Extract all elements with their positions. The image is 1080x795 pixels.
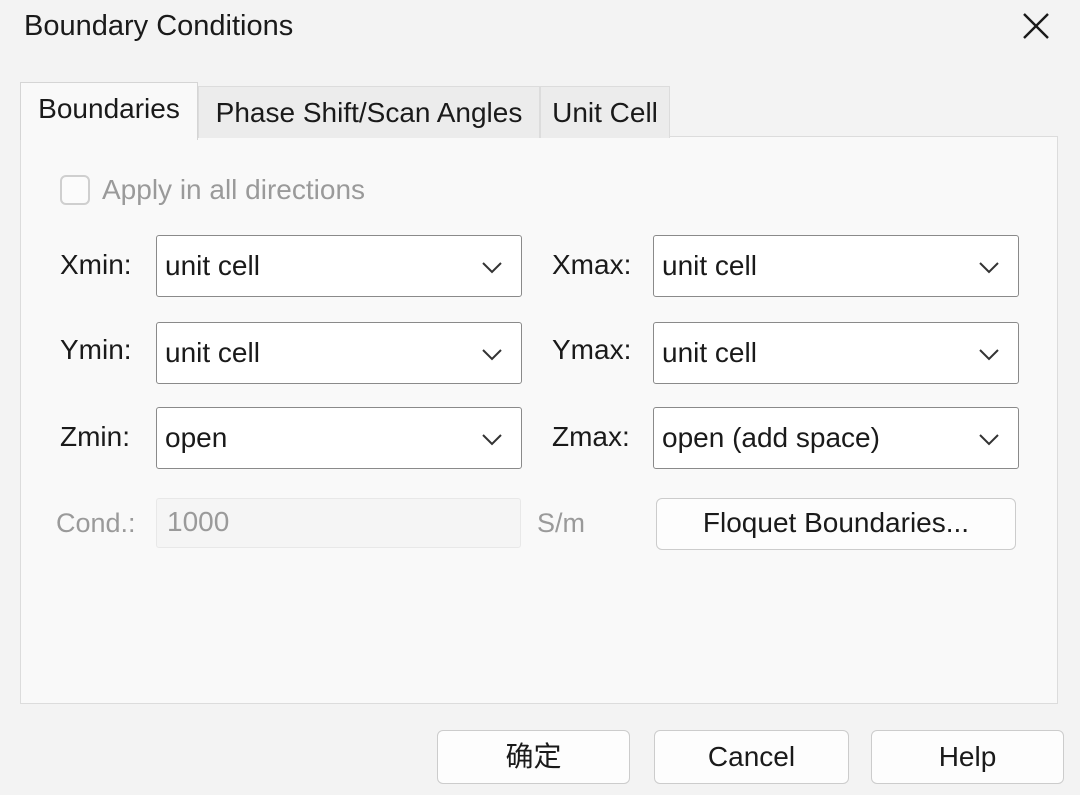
zmin-select[interactable]: open bbox=[156, 407, 522, 469]
chevron-down-icon bbox=[979, 262, 999, 274]
ymax-value: unit cell bbox=[662, 337, 757, 368]
close-icon bbox=[1023, 13, 1049, 39]
zmin-value: open bbox=[165, 422, 228, 453]
title-bar: Boundary Conditions bbox=[0, 0, 1080, 56]
cancel-button[interactable]: Cancel bbox=[654, 730, 849, 784]
ok-button[interactable]: 确定 bbox=[437, 730, 630, 784]
xmin-value: unit cell bbox=[165, 250, 260, 281]
ymin-select[interactable]: unit cell bbox=[156, 322, 522, 384]
boundary-conditions-dialog: Boundary Conditions Boundaries Phase Shi… bbox=[0, 0, 1080, 795]
tab-phase-shift-scan-angles[interactable]: Phase Shift/Scan Angles bbox=[198, 86, 540, 138]
xmin-label: Xmin: bbox=[60, 249, 132, 280]
help-button[interactable]: Help bbox=[871, 730, 1064, 784]
zmin-label: Zmin: bbox=[60, 421, 130, 452]
apply-all-directions-label: Apply in all directions bbox=[102, 174, 366, 205]
zmax-label: Zmax: bbox=[552, 421, 630, 452]
ymax-select[interactable]: unit cell bbox=[653, 322, 1019, 384]
ymax-label: Ymax: bbox=[552, 334, 632, 365]
xmax-label: Xmax: bbox=[552, 249, 632, 280]
apply-all-directions-row: Apply in all directions bbox=[60, 172, 365, 208]
floquet-boundaries-button[interactable]: Floquet Boundaries... bbox=[656, 498, 1016, 550]
chevron-down-icon bbox=[482, 349, 502, 361]
cond-input[interactable]: 1000 bbox=[156, 498, 521, 548]
ymin-value: unit cell bbox=[165, 337, 260, 368]
chevron-down-icon bbox=[482, 262, 502, 274]
close-button[interactable] bbox=[1006, 0, 1066, 52]
chevron-down-icon bbox=[979, 434, 999, 446]
xmin-select[interactable]: unit cell bbox=[156, 235, 522, 297]
cond-label: Cond.: bbox=[56, 508, 136, 538]
ymin-label: Ymin: bbox=[60, 334, 132, 365]
tab-boundaries[interactable]: Boundaries bbox=[20, 82, 198, 140]
zmax-value: open (add space) bbox=[662, 422, 880, 453]
zmax-select[interactable]: open (add space) bbox=[653, 407, 1019, 469]
chevron-down-icon bbox=[482, 434, 502, 446]
xmax-value: unit cell bbox=[662, 250, 757, 281]
xmax-select[interactable]: unit cell bbox=[653, 235, 1019, 297]
dialog-title: Boundary Conditions bbox=[24, 10, 294, 42]
chevron-down-icon bbox=[979, 349, 999, 361]
apply-all-directions-checkbox[interactable] bbox=[60, 175, 90, 205]
cond-unit-label: S/m bbox=[537, 508, 586, 538]
tab-unit-cell[interactable]: Unit Cell bbox=[540, 86, 670, 138]
